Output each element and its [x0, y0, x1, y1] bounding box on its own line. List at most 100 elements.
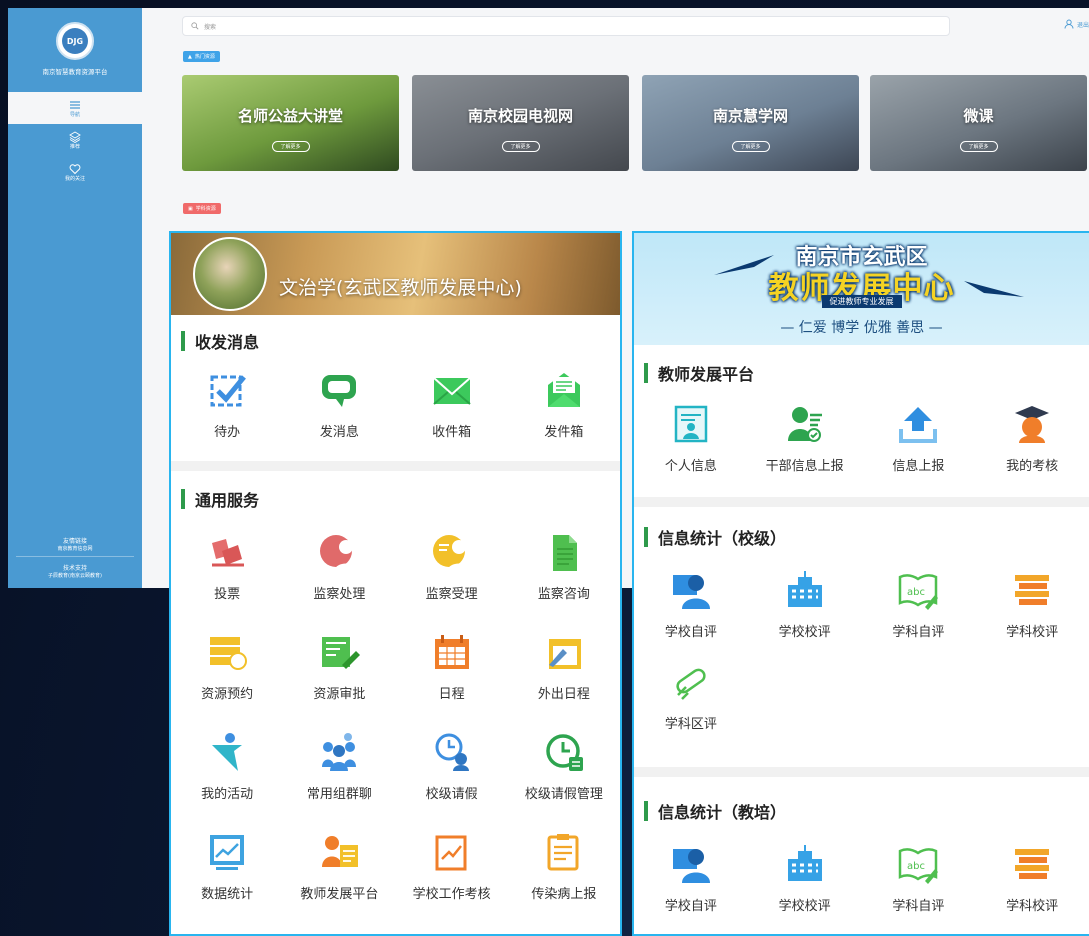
envelope-icon	[432, 377, 471, 405]
grid-item-todo[interactable]: 待办	[171, 369, 283, 447]
grid-item-subject-eval[interactable]: 学科校评	[975, 569, 1089, 661]
fire-icon: ▲	[188, 53, 192, 60]
grid-item-label: 数据统计	[201, 887, 254, 902]
school-building-icon	[787, 571, 822, 607]
sidebar-item-label: 导航	[69, 111, 80, 118]
assessment-icon	[435, 835, 467, 871]
approval-icon	[322, 637, 361, 669]
diploma-icon	[676, 668, 706, 700]
section-title: 通用服务	[171, 477, 620, 521]
grid-item-my-assessment[interactable]: 我的考核	[975, 403, 1089, 483]
grid-item-label: 投票	[214, 587, 241, 602]
grid-item-activity[interactable]: 我的活动	[171, 731, 283, 831]
section-title: 收发消息	[171, 321, 620, 361]
sidebar-footer: 友情链接 南京教育信息网 技术支持 子辰教育(南京云颐教育)	[8, 530, 142, 579]
grid-item-teacher-platform[interactable]: 教师发展平台	[283, 831, 395, 931]
grid-item-statistics[interactable]: 数据统计	[171, 831, 283, 931]
learn-more-button[interactable]: 了解更多	[731, 141, 770, 152]
hot-card-title: 名师公益大讲堂	[237, 107, 343, 125]
upload-icon	[899, 407, 938, 443]
avatar[interactable]	[193, 237, 267, 311]
hot-card[interactable]: 名师公益大讲堂 了解更多	[182, 75, 399, 171]
search-input[interactable]: 搜索	[204, 22, 216, 31]
sidebar-item-follow[interactable]: 我的关注	[8, 156, 142, 188]
mobile-app-panel-left: 文治学(玄武区教师发展中心) 收发消息 待办 发消息 收件箱 发件箱 通用服务 …	[169, 231, 622, 936]
grid-item-accept[interactable]: 监察受理	[396, 531, 508, 631]
sidebar-nav: 导航 推荐 我的关注	[8, 92, 142, 188]
section-title: 信息统计（校级）	[634, 517, 1089, 557]
hot-card[interactable]: 南京校园电视网 了解更多	[412, 75, 629, 171]
hot-card[interactable]: 微课 了解更多	[870, 75, 1087, 171]
hot-resources-label: 热门资源	[194, 54, 215, 60]
grid-item-outbox[interactable]: 发件箱	[508, 369, 620, 447]
grid-item-vote[interactable]: 投票	[171, 531, 283, 631]
tech-support-link[interactable]: 子辰教育(南京云颐教育)	[8, 572, 142, 579]
grid-item-label: 传染病上报	[531, 887, 597, 902]
grid-item-label: 学校校评	[778, 625, 831, 640]
service-grid: 投票 监察处理 监察受理 监察咨询 资源预约 资源审批 日程 外出日程 我的活动…	[171, 531, 620, 931]
cadre-icon	[787, 407, 822, 442]
hot-card-title: 微课	[963, 107, 994, 125]
grid-item-send-message[interactable]: 发消息	[283, 369, 395, 447]
grid-item-subject-eval[interactable]: 学科校评	[975, 843, 1089, 934]
search-bar[interactable]: 搜索	[182, 16, 950, 36]
hot-card[interactable]: 南京慧学网 了解更多	[642, 75, 859, 171]
grid-item-calendar[interactable]: 日程	[396, 631, 508, 731]
learn-more-button[interactable]: 了解更多	[959, 141, 998, 152]
books-icon	[1015, 849, 1050, 879]
grid-item-label: 发消息	[319, 425, 359, 440]
learn-more-button[interactable]: 了解更多	[271, 141, 310, 152]
grid-item-label: 干部信息上报	[765, 459, 844, 474]
friend-link[interactable]: 南京教育信息网	[8, 545, 142, 552]
grid-item-label: 信息上报	[892, 459, 945, 474]
user-menu[interactable]: 退出	[1064, 19, 1089, 29]
grid-item-label: 监察受理	[425, 587, 478, 602]
grid-item-label: 学科区评	[664, 717, 717, 732]
grid-item-info-upload[interactable]: 信息上报	[862, 403, 976, 483]
grid-item-label: 学科自评	[892, 625, 945, 640]
abc-book-icon: abc	[899, 574, 939, 610]
grid-item-label: 常用组群聊	[306, 787, 372, 802]
grid-item-subject-self-eval[interactable]: abc 学科自评	[862, 843, 976, 934]
section-title-text: 信息统计（教培）	[658, 803, 787, 822]
grid-item-supervise[interactable]: 监察处理	[283, 531, 395, 631]
subject-resources-tag: ▣ 学科资源	[183, 203, 221, 214]
grid-item-label: 监察处理	[313, 587, 366, 602]
grid-item-school-eval[interactable]: 学校校评	[748, 569, 862, 661]
grid-item-profile[interactable]: 个人信息	[634, 403, 748, 483]
grid-item-school-self-eval[interactable]: 学校自评	[634, 843, 748, 934]
abc-book-icon: abc	[899, 848, 939, 884]
grid-item-label: 教师发展平台	[300, 887, 379, 902]
reservation-icon	[210, 637, 248, 670]
grid-item-subject-district-eval[interactable]: 学科区评	[634, 661, 748, 753]
grid-item-approval[interactable]: 资源审批	[283, 631, 395, 731]
grid-item-leave[interactable]: 校级请假	[396, 731, 508, 831]
teacher-platform-grid: 个人信息 干部信息上报 信息上报 我的考核	[634, 403, 1089, 483]
grid-item-group-chat[interactable]: 常用组群聊	[283, 731, 395, 831]
grid-item-label: 学科自评	[892, 899, 945, 914]
profile-card-icon	[674, 405, 708, 443]
grid-item-inbox[interactable]: 收件箱	[396, 369, 508, 447]
school-stats-grid: 学校自评 学校校评 abc 学科自评 学科校评 学科区评	[634, 569, 1089, 753]
sidebar-item-nav[interactable]: 导航	[8, 92, 142, 124]
grid-item-reservation[interactable]: 资源预约	[171, 631, 283, 731]
vote-icon	[212, 539, 245, 567]
open-envelope-icon	[547, 373, 580, 407]
learn-more-button[interactable]: 了解更多	[501, 141, 540, 152]
training-stats-grid: 学校自评 学校校评 abc 学科自评 学科校评	[634, 843, 1089, 934]
grid-item-leave-manage[interactable]: 校级请假管理	[508, 731, 620, 831]
grid-item-cadre-report[interactable]: 干部信息上报	[748, 403, 862, 483]
grid-item-subject-self-eval[interactable]: abc 学科自评	[862, 569, 976, 661]
grid-item-school-assessment[interactable]: 学校工作考核	[396, 831, 508, 931]
grid-item-outing-calendar[interactable]: 外出日程	[508, 631, 620, 731]
grid-item-label: 外出日程	[537, 687, 590, 702]
accept-icon	[432, 535, 471, 571]
logo-text: DJG	[62, 28, 88, 54]
grid-item-school-self-eval[interactable]: 学校自评	[634, 569, 748, 661]
books-icon	[1015, 575, 1050, 605]
grid-item-school-eval[interactable]: 学校校评	[748, 843, 862, 934]
sidebar-item-recommend[interactable]: 推荐	[8, 124, 142, 156]
grid-item-consult[interactable]: 监察咨询	[508, 531, 620, 631]
grid-item-disease-report[interactable]: 传染病上报	[508, 831, 620, 931]
chart-icon	[210, 835, 245, 870]
